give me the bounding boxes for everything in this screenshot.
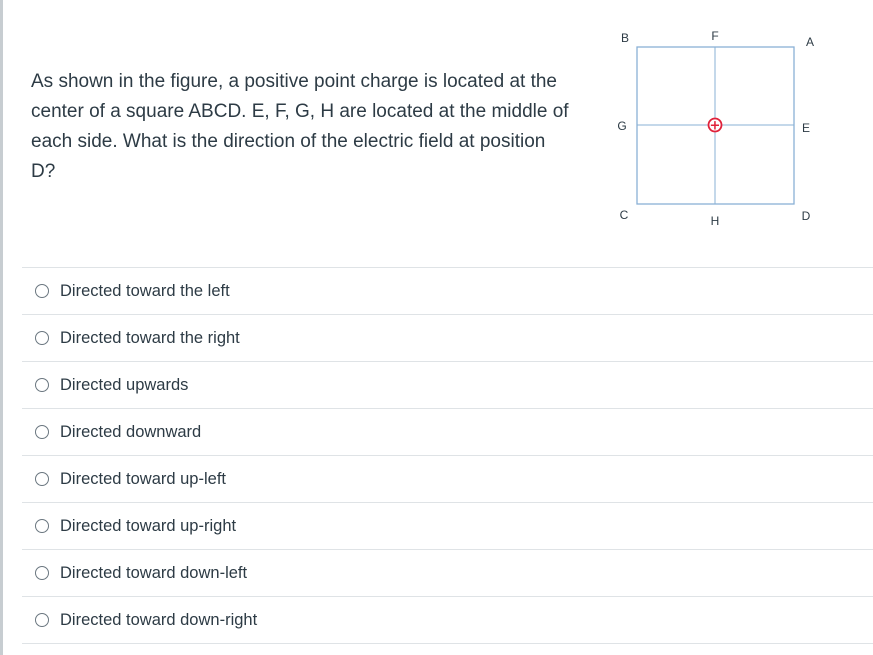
label-g: G	[617, 119, 626, 133]
label-e: E	[802, 121, 810, 135]
label-f: F	[711, 29, 718, 43]
radio-button[interactable]	[35, 284, 49, 298]
answer-list: Directed toward the left Directed toward…	[22, 267, 873, 644]
answer-option[interactable]: Directed toward down-left	[22, 549, 873, 596]
radio-button[interactable]	[35, 472, 49, 486]
answer-option[interactable]: Directed toward up-left	[22, 455, 873, 502]
answer-label: Directed toward up-left	[60, 469, 226, 488]
answer-option[interactable]: Directed toward the left	[22, 267, 873, 314]
radio-button[interactable]	[35, 331, 49, 345]
question-text: As shown in the figure, a positive point…	[31, 71, 569, 182]
answer-label: Directed toward up-right	[60, 516, 237, 535]
answer-label: Directed toward the right	[60, 328, 240, 347]
label-c: C	[620, 208, 629, 222]
answer-option[interactable]: Directed toward up-right	[22, 502, 873, 549]
label-h: H	[711, 214, 720, 228]
radio-button[interactable]	[35, 613, 49, 627]
label-a: A	[806, 35, 814, 49]
answer-option[interactable]: Directed upwards	[22, 361, 873, 408]
radio-button[interactable]	[35, 425, 49, 439]
left-border	[0, 0, 3, 655]
answer-label: Directed downward	[60, 422, 202, 441]
answer-option[interactable]: Directed toward down-right	[22, 596, 873, 644]
answer-label: Directed toward down-left	[60, 563, 248, 582]
radio-button[interactable]	[35, 519, 49, 533]
label-d: D	[802, 209, 811, 223]
answer-label: Directed toward the left	[60, 281, 230, 300]
square-charge-figure: + B F A G E C H D	[600, 18, 840, 238]
answer-option[interactable]: Directed toward the right	[22, 314, 873, 361]
charge-symbol: +	[710, 119, 721, 134]
label-b: B	[621, 31, 629, 45]
answer-option[interactable]: Directed downward	[22, 408, 873, 455]
answer-label: Directed toward down-right	[60, 610, 258, 629]
radio-button[interactable]	[35, 566, 49, 580]
radio-button[interactable]	[35, 378, 49, 392]
figure-svg: + B F A G E C H D	[617, 29, 814, 228]
answer-label: Directed upwards	[60, 375, 189, 394]
